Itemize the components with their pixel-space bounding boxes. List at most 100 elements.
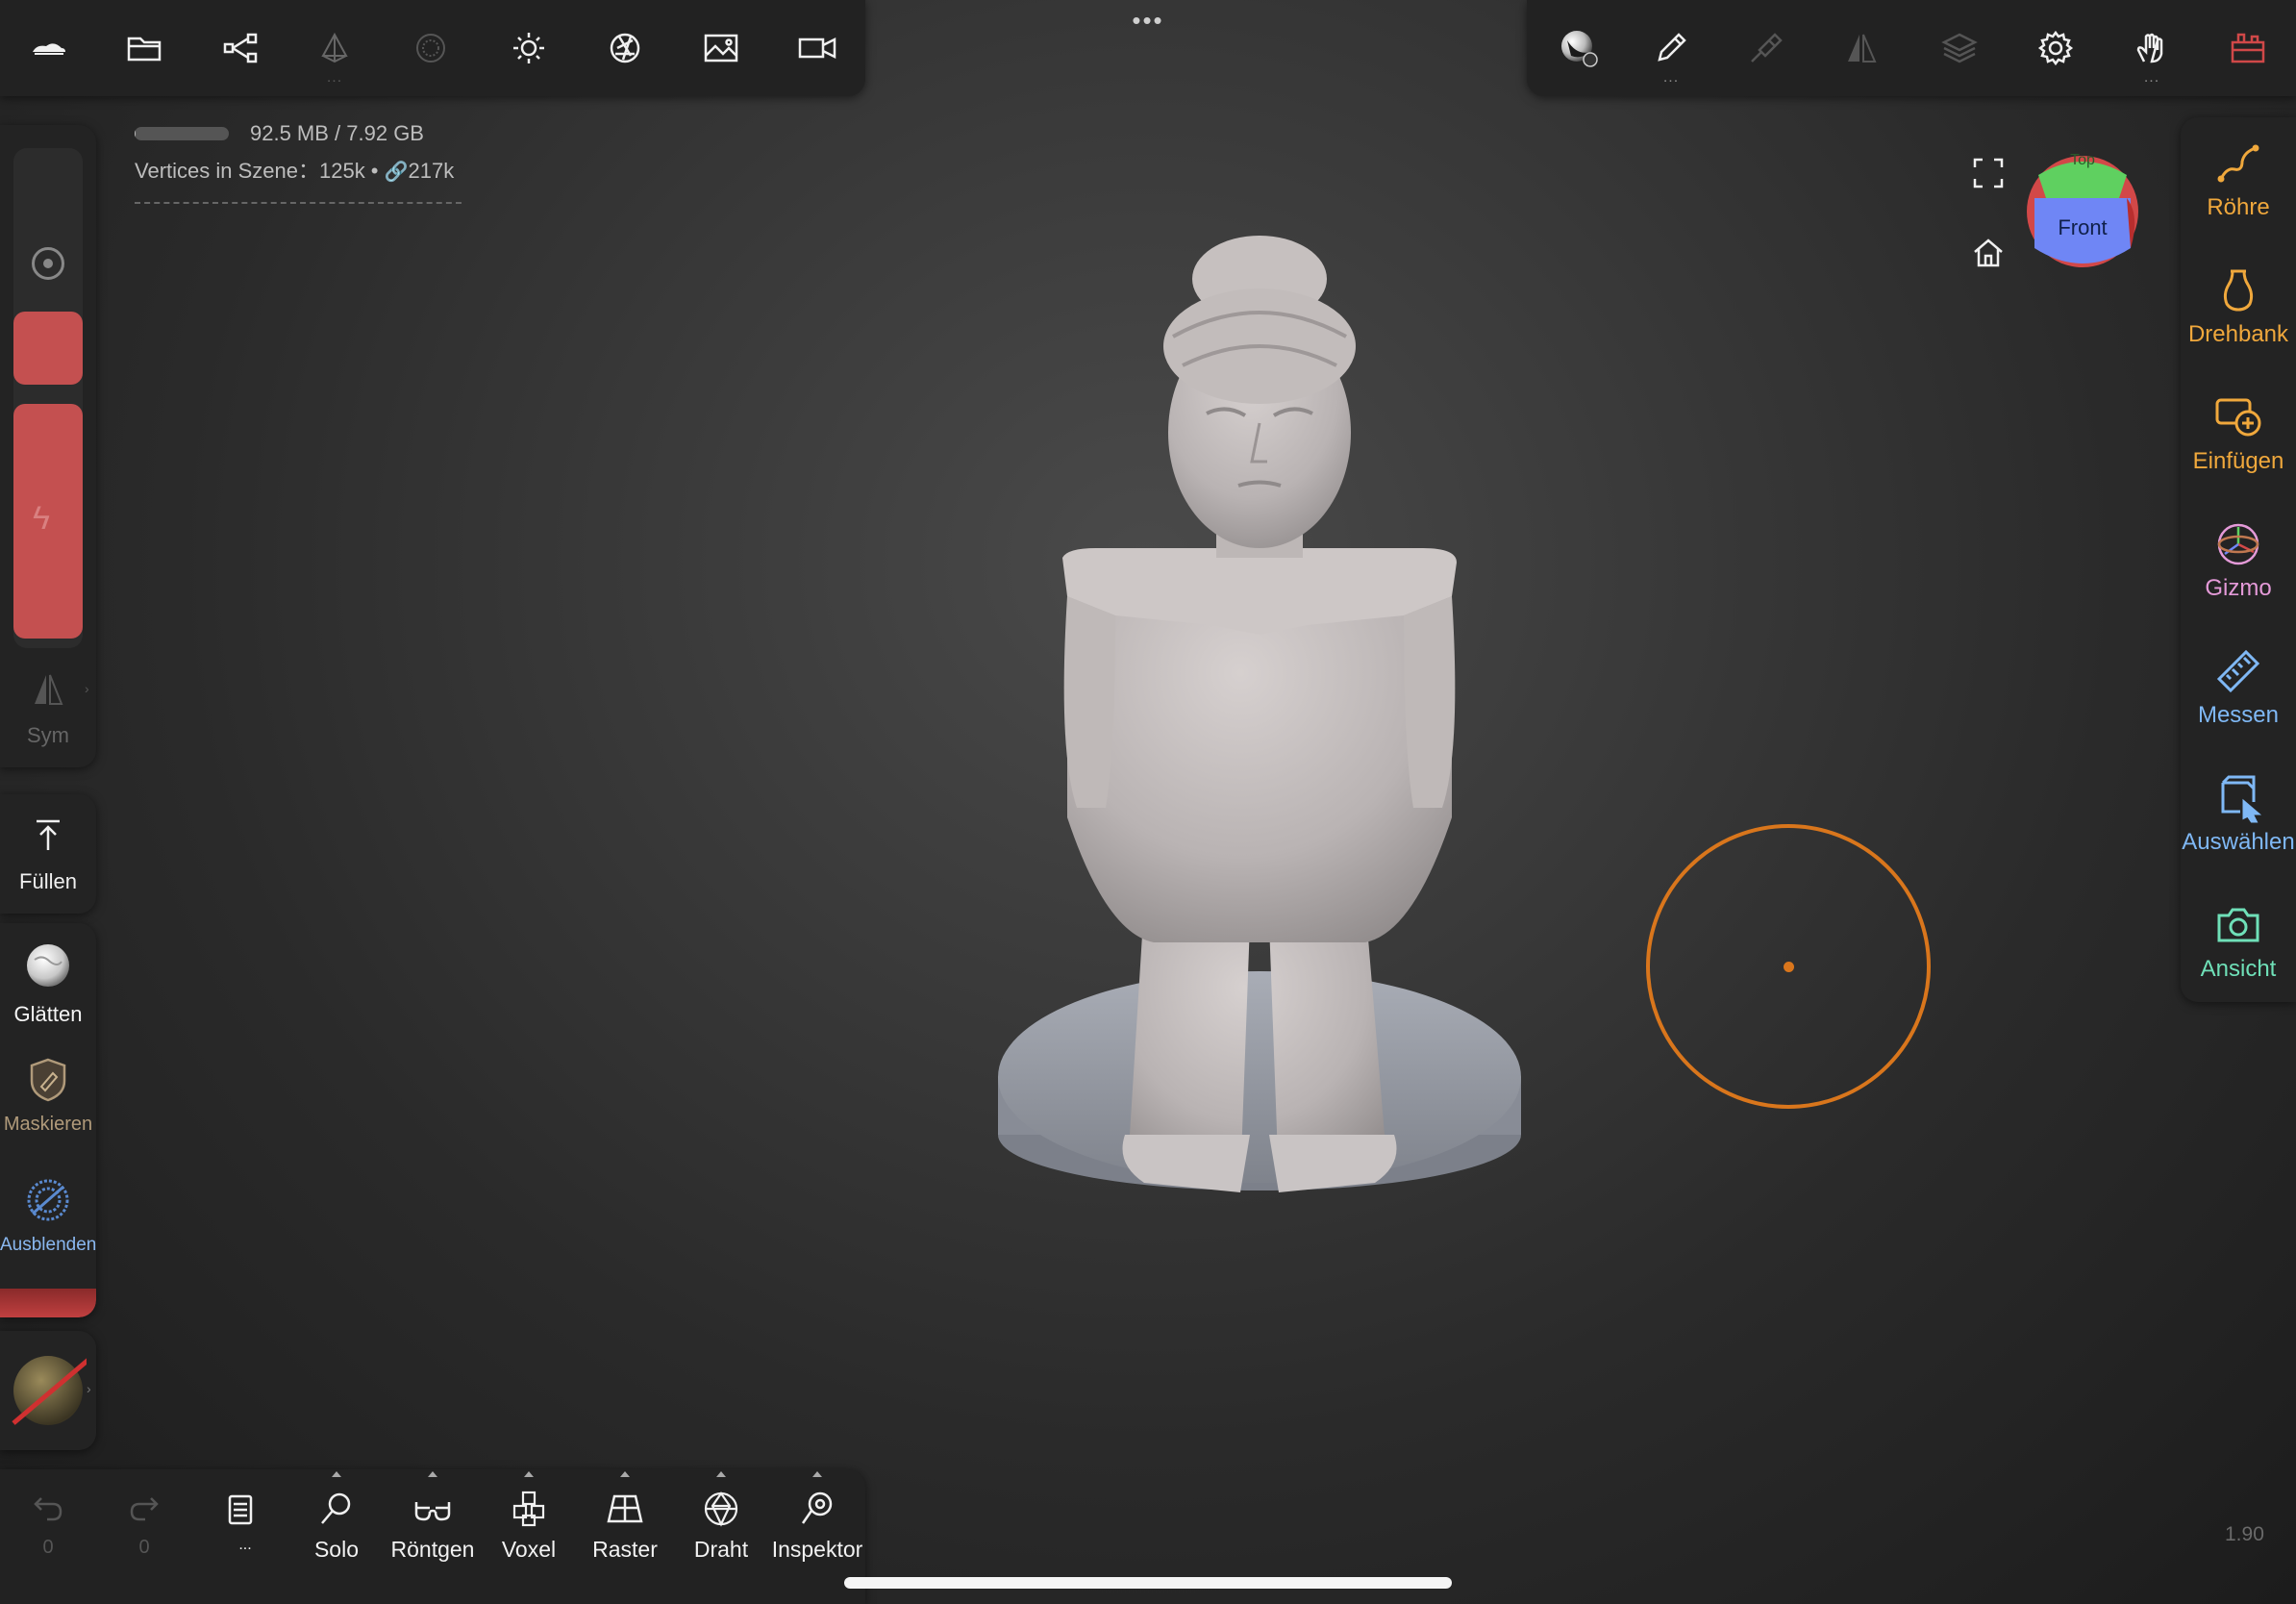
inspector-eye-icon: [801, 1491, 833, 1524]
mask-shield-icon: [30, 1058, 66, 1102]
layers-icon[interactable]: [1931, 19, 1988, 77]
bottom-toolbar: 0 0 ... Solo Röntgen Voxel Raster Draht …: [0, 1469, 865, 1604]
material-panel[interactable]: ›: [0, 1331, 96, 1450]
wireframe-sphere-icon: [704, 1491, 738, 1527]
glasses-icon: [414, 1502, 451, 1521]
select-box-icon: [2221, 775, 2262, 823]
memory-bar: [135, 127, 229, 140]
history-list-icon: [228, 1494, 253, 1525]
home-indicator[interactable]: [844, 1577, 1452, 1589]
history-button[interactable]: ...: [192, 1469, 288, 1594]
wireframe-caret: [716, 1471, 726, 1477]
xray-button[interactable]: Röntgen: [385, 1469, 481, 1594]
matcap-sphere-icon[interactable]: [402, 19, 460, 77]
brush-cursor-center: [1784, 962, 1794, 972]
left-tools-panel: Glätten Maskieren Ausblenden: [0, 923, 96, 1317]
hide-label: Ausblenden: [0, 1235, 96, 1255]
smooth-sphere-icon: [27, 944, 69, 987]
redo-count: 0: [138, 1537, 150, 1558]
smooth-tool[interactable]: Glätten: [0, 940, 96, 1027]
memory-bar-fill: [135, 127, 137, 140]
view-label: Ansicht: [2200, 956, 2277, 982]
brush-dots: ...: [1662, 69, 1680, 86]
ruler-icon: [2216, 649, 2260, 693]
view-cube-front-label: Front: [2058, 215, 2108, 239]
xray-caret: [428, 1471, 437, 1477]
radius-slider-fill[interactable]: [13, 312, 83, 385]
mask-tool[interactable]: Maskieren: [0, 1056, 96, 1136]
vertices-linked: 217k: [408, 159, 455, 183]
view-tool[interactable]: Ansicht: [2181, 900, 2296, 983]
measure-tool[interactable]: Messen: [2181, 646, 2296, 729]
symmetry-icon[interactable]: [1833, 19, 1890, 77]
wireframe-button[interactable]: Draht: [673, 1469, 769, 1594]
vertices-text: Vertices in Szene：125k • 🔗217k: [135, 154, 454, 185]
sun-icon[interactable]: [500, 19, 558, 77]
home-icon[interactable]: [1969, 233, 2008, 271]
insert-icon: [2215, 398, 2261, 437]
material-sphere-icon: [12, 1356, 87, 1425]
inspector-caret: [812, 1471, 822, 1477]
center-menu-button[interactable]: •••: [1119, 6, 1177, 36]
top-toolbar-right: ... ...: [1527, 0, 2296, 96]
lathe-label: Drehbank: [2187, 321, 2289, 347]
camera-icon: [2217, 908, 2259, 942]
sym-label[interactable]: Sym: [0, 723, 96, 748]
toolbox-icon[interactable]: [2219, 19, 2277, 77]
view-cube[interactable]: Top Front: [2023, 148, 2142, 273]
redo-icon: [130, 1497, 159, 1521]
hand-dots: ...: [2143, 69, 2160, 86]
xray-label: Röntgen: [390, 1537, 475, 1562]
material-gem-icon[interactable]: ...: [306, 19, 363, 86]
tube-label: Röhre: [2207, 194, 2270, 220]
grid-plane-icon: [607, 1494, 643, 1523]
wireframe-label: Draht: [693, 1537, 749, 1562]
sculpt-model[interactable]: [961, 173, 1635, 1192]
hide-tool[interactable]: Ausblenden: [0, 1175, 96, 1256]
folder-icon[interactable]: [115, 19, 173, 77]
image-icon[interactable]: [692, 19, 750, 77]
select-tool[interactable]: Auswählen: [2181, 773, 2296, 856]
tube-icon: [2217, 144, 2259, 183]
gizmo-tool[interactable]: Gizmo: [2181, 519, 2296, 602]
scene-graph-icon[interactable]: [212, 19, 269, 77]
fill-label: Füllen: [19, 869, 77, 893]
active-tool-indicator: [0, 1289, 96, 1317]
undo-icon: [34, 1497, 62, 1521]
fill-icon: [29, 815, 67, 859]
cloud-logo-icon[interactable]: [19, 19, 77, 77]
redo-button[interactable]: 0: [96, 1469, 192, 1594]
voxel-button[interactable]: Voxel: [481, 1469, 577, 1594]
left-slider-panel: ϟ › Sym: [0, 125, 96, 767]
tube-tool[interactable]: Röhre: [2181, 138, 2296, 221]
video-camera-icon[interactable]: [788, 19, 846, 77]
select-label: Auswählen: [2182, 829, 2295, 855]
material-dots: ...: [326, 69, 343, 86]
sym-icon[interactable]: [29, 671, 67, 713]
memory-text: 92.5 MB / 7.92 GB: [250, 121, 424, 145]
inspector-label: Inspektor: [771, 1537, 863, 1562]
gesture-hand-icon[interactable]: ...: [2123, 19, 2181, 86]
smooth-label: Glätten: [13, 1002, 83, 1026]
voxel-caret: [524, 1471, 534, 1477]
gizmo-label: Gizmo: [2205, 575, 2272, 601]
lathe-tool[interactable]: Drehbank: [2181, 265, 2296, 348]
version-text: 1.90: [2225, 1523, 2264, 1545]
aperture-icon[interactable]: [596, 19, 654, 77]
fullscreen-icon[interactable]: [1969, 154, 2008, 192]
brush-pen-icon[interactable]: ...: [1642, 19, 1700, 86]
undo-button[interactable]: 0: [0, 1469, 96, 1594]
settings-gear-icon[interactable]: [2027, 19, 2084, 77]
grid-button[interactable]: Raster: [577, 1469, 673, 1594]
inspector-button[interactable]: Inspektor: [769, 1469, 865, 1594]
base-top: [998, 971, 1521, 1183]
measure-label: Messen: [2197, 702, 2280, 728]
gizmo-icon: [2217, 523, 2259, 565]
insert-tool[interactable]: Einfügen: [2181, 392, 2296, 475]
material-chevron: ›: [87, 1381, 91, 1396]
solo-button[interactable]: Solo: [288, 1469, 385, 1594]
shading-sphere-icon[interactable]: [1550, 19, 1608, 77]
lathe-vase-icon: [2223, 269, 2254, 312]
paint-tool-icon[interactable]: [1736, 19, 1794, 77]
fill-tool-panel[interactable]: Füllen: [0, 794, 96, 914]
